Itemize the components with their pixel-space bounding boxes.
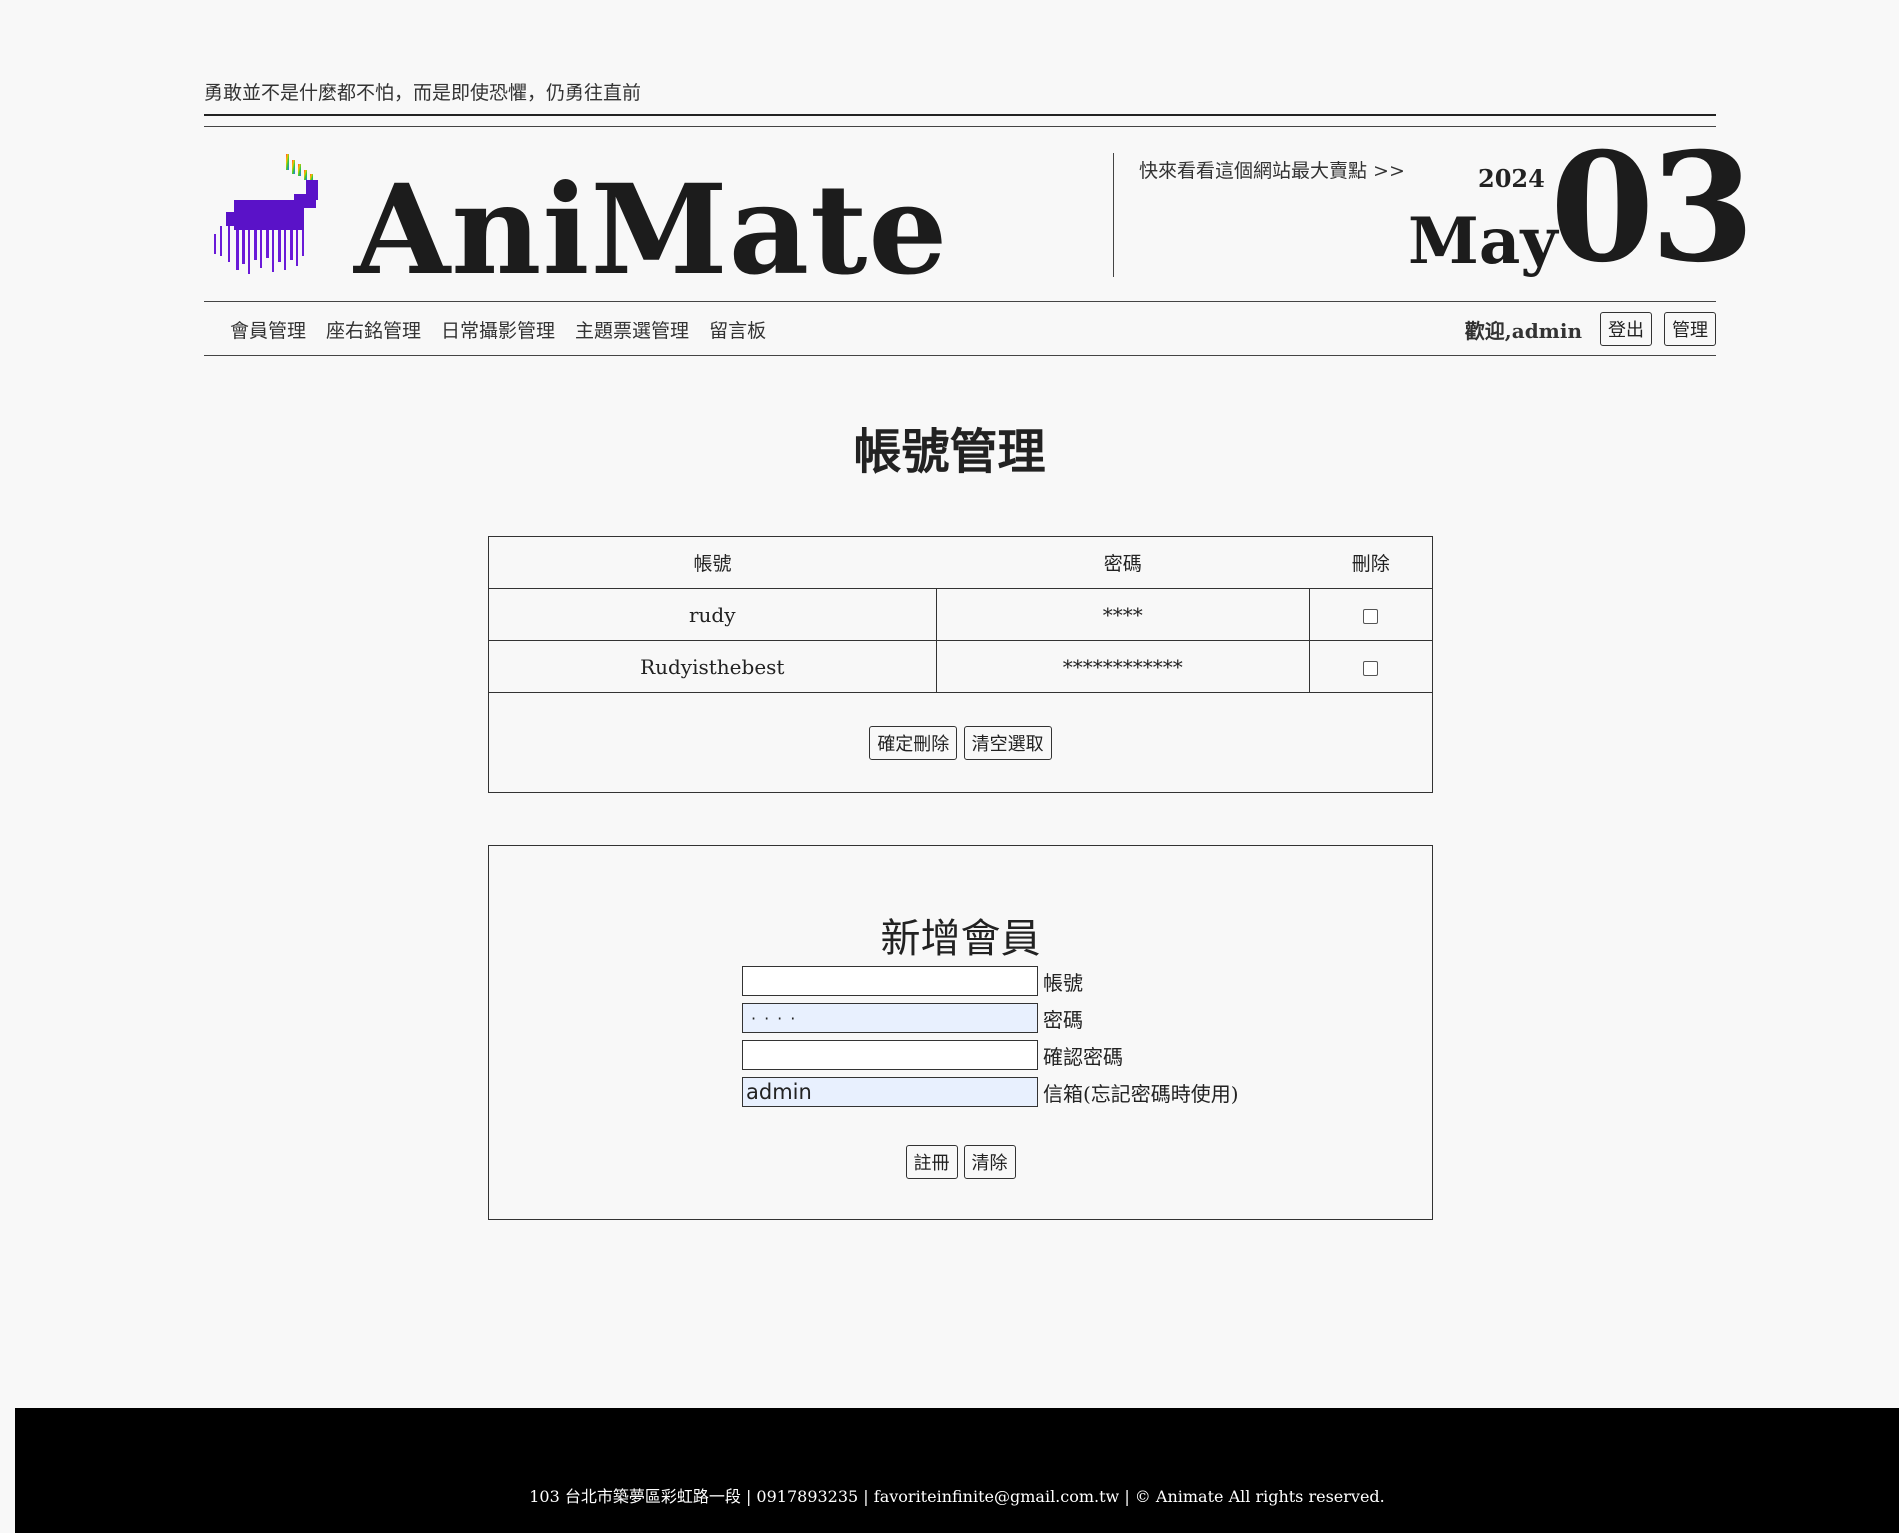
page-title: 帳號管理 (853, 424, 1046, 480)
motto-text: 勇敢並不是什麼都不怕，而是即使恐懼，仍勇往直前 (204, 82, 642, 104)
column-header-delete: 刪除 (1351, 553, 1390, 575)
register-actions: 註冊 清除 (489, 1145, 1432, 1179)
delete-cell (1308, 640, 1434, 693)
table-actions: 確定刪除 清空選取 (488, 692, 1433, 793)
delete-cell (1308, 588, 1434, 641)
nav-item-message-board[interactable]: 留言板 (709, 316, 766, 343)
date-year: 2024 (1478, 164, 1545, 193)
delete-checkbox[interactable] (1363, 660, 1379, 676)
main-nav: 會員管理 座右銘管理 日常攝影管理 主題票選管理 留言板 (230, 316, 766, 343)
nav-item-motto-management[interactable]: 座右銘管理 (326, 316, 421, 343)
reset-button[interactable]: 清除 (963, 1145, 1016, 1179)
confirm-password-label: 確認密碼 (1043, 1044, 1123, 1069)
nav-item-member-management[interactable]: 會員管理 (230, 316, 306, 343)
confirm-delete-button[interactable]: 確定刪除 (869, 725, 958, 760)
accounts-table: 帳號 密碼 刪除 rudy **** Rudyisthebest *******… (488, 536, 1434, 793)
date-day: 03 (1550, 120, 1755, 296)
date-month: May (1408, 204, 1558, 279)
register-title: 新增會員 (880, 916, 1041, 962)
header-divider-thin (204, 126, 1716, 127)
password-row: ···· 密碼 (742, 1003, 1083, 1033)
nav-top-divider (204, 301, 1716, 302)
register-panel: 新增會員 帳號 ···· 密碼 確認密碼 admin 信箱(忘記密碼時使用) 註… (488, 845, 1433, 1220)
account-row: 帳號 (742, 966, 1083, 996)
clear-selection-button[interactable]: 清空選取 (963, 725, 1052, 760)
account-label: 帳號 (1043, 970, 1083, 995)
welcome-text: 歡迎,admin (1464, 318, 1582, 343)
table-header-row: 帳號 密碼 刪除 (489, 537, 1433, 589)
table-actions-row: 確定刪除 清空選取 (488, 692, 1433, 793)
table-row: Rudyisthebest ************ (488, 640, 1434, 693)
email-label: 信箱(忘記密碼時使用) (1043, 1081, 1239, 1106)
account-cell: Rudyisthebest (488, 640, 937, 693)
deer-logo-icon (214, 154, 318, 274)
logout-button[interactable]: 登出 (1600, 312, 1652, 346)
nav-item-vote-management[interactable]: 主題票選管理 (575, 316, 689, 343)
manage-button[interactable]: 管理 (1664, 312, 1716, 346)
footer-text: 103 台北市築夢區彩虹路一段 | 0917893235 | favoritei… (529, 1487, 1385, 1506)
account-cell: rudy (488, 588, 937, 641)
user-bar: 歡迎,admin 登出 管理 (1465, 312, 1716, 346)
account-input[interactable] (742, 966, 1038, 996)
promo-link[interactable]: 快來看看這個網站最大賣點 >> (1139, 156, 1405, 183)
confirm-password-input[interactable] (742, 1040, 1038, 1070)
vertical-divider (1113, 153, 1114, 277)
register-button[interactable]: 註冊 (905, 1145, 958, 1179)
nav-item-photo-management[interactable]: 日常攝影管理 (441, 316, 555, 343)
nav-bottom-divider (204, 355, 1716, 356)
password-input[interactable]: ···· (742, 1003, 1038, 1033)
confirm-password-row: 確認密碼 (742, 1040, 1123, 1070)
column-header-account: 帳號 (693, 553, 732, 575)
table-row: rudy **** (488, 588, 1434, 641)
email-row: admin 信箱(忘記密碼時使用) (742, 1077, 1239, 1107)
password-cell: ************ (935, 640, 1310, 693)
site-footer: 103 台北市築夢區彩虹路一段 | 0917893235 | favoritei… (15, 1408, 1899, 1533)
header-divider (204, 114, 1716, 116)
column-header-password: 密碼 (1103, 553, 1142, 575)
email-input[interactable]: admin (742, 1077, 1038, 1107)
password-label: 密碼 (1043, 1007, 1083, 1032)
password-cell: **** (935, 588, 1310, 641)
site-logo-text[interactable]: AniMate (354, 166, 948, 296)
delete-checkbox[interactable] (1363, 608, 1379, 624)
